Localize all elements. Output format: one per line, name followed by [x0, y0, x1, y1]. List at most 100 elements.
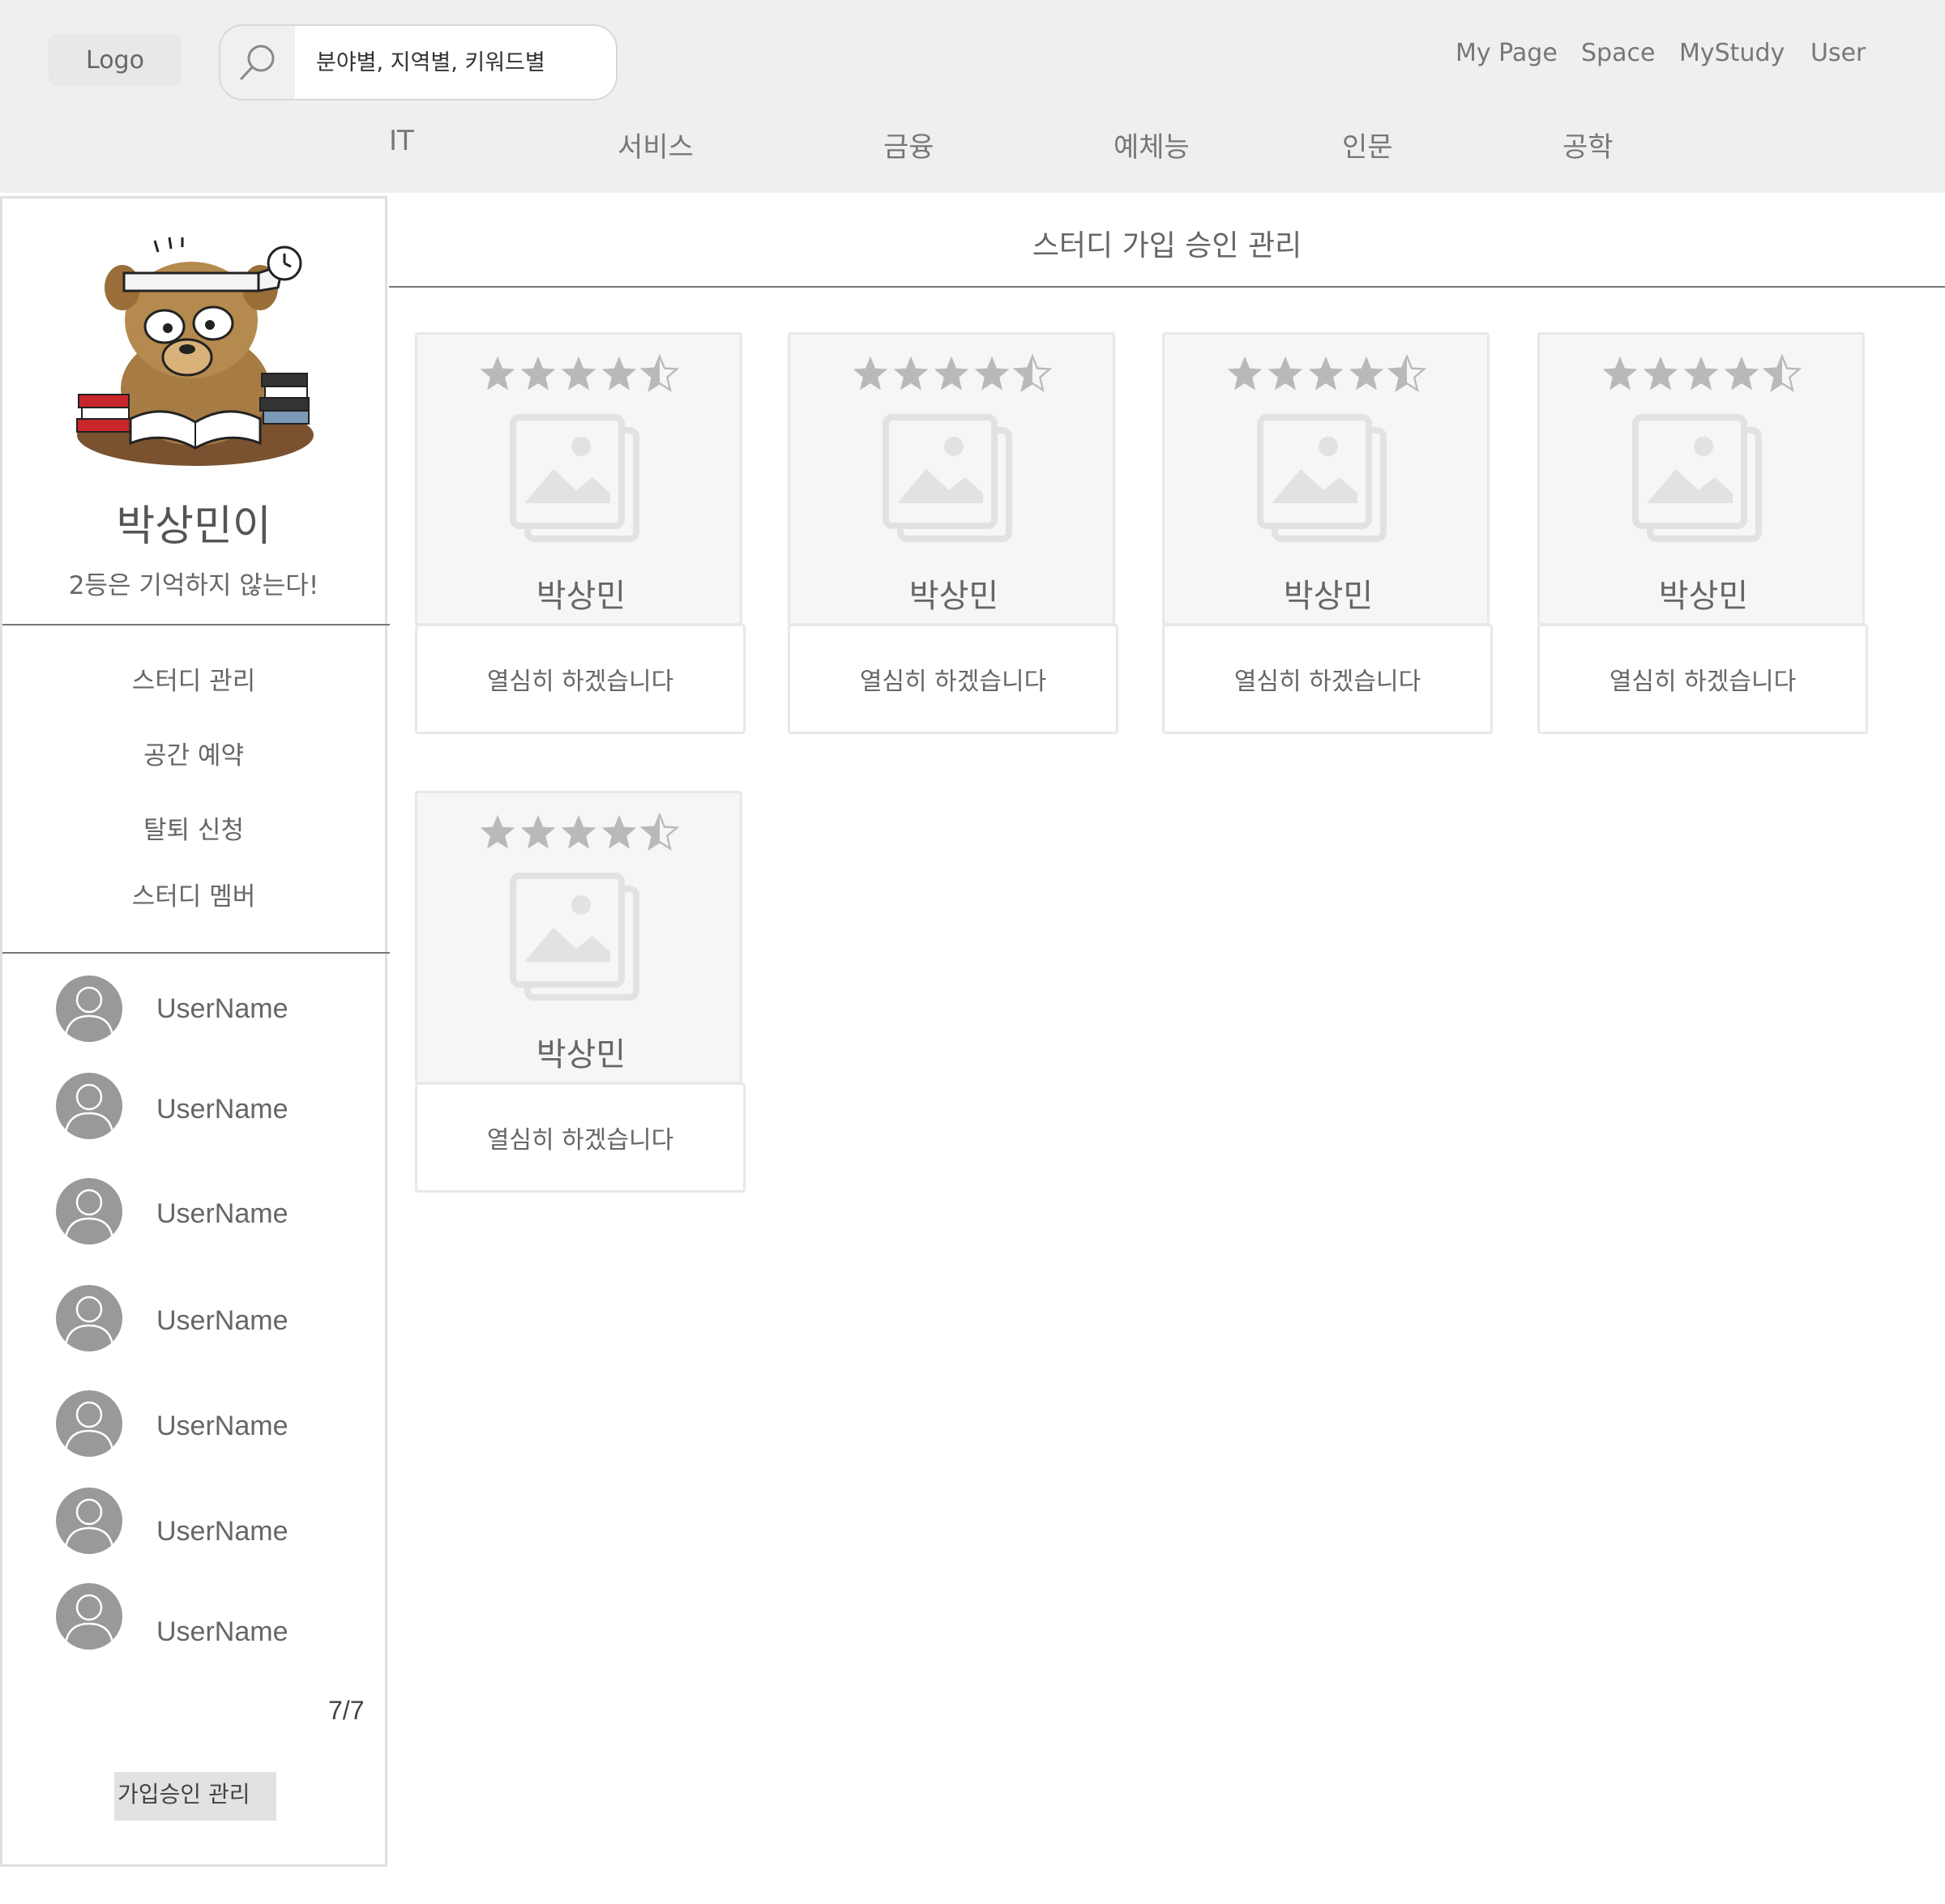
profile-motto: 2등은 기억하지 않는다!	[68, 571, 319, 600]
rating-star-icon	[1721, 352, 1762, 396]
rating-star-icon	[1225, 352, 1265, 396]
rating-star-icon	[518, 811, 558, 855]
card-header: 박상민	[415, 332, 742, 625]
join-approval-button[interactable]: 가입승인 관리	[114, 1772, 276, 1821]
rating-star-icon	[1762, 352, 1802, 396]
category-service[interactable]: 서비스	[618, 125, 694, 164]
applicant-card[interactable]: 박상민열심히 하겠습니다	[788, 332, 1118, 736]
card-header: 박상민	[1162, 332, 1490, 625]
rating-star-icon	[1265, 352, 1306, 396]
rating-star-icon	[477, 811, 518, 855]
rating-star-icon	[599, 811, 639, 855]
member-row[interactable]: UserName	[56, 1390, 288, 1458]
profile-avatar-illustration	[74, 223, 317, 470]
nav-user[interactable]: User	[1810, 39, 1866, 67]
member-row[interactable]: UserName	[56, 1487, 288, 1555]
rating-star-icon	[639, 352, 680, 396]
member-row[interactable]: UserName	[56, 1582, 288, 1650]
rating-star-icon	[558, 352, 599, 396]
rating-star-icon	[891, 352, 931, 396]
applicant-message: 열심히 하겠습니다	[415, 1082, 746, 1193]
nav-mystudy[interactable]: MyStudy	[1679, 39, 1785, 67]
logo[interactable]: Logo	[49, 34, 182, 86]
member-name: UserName	[156, 1616, 289, 1647]
member-name: UserName	[156, 1093, 289, 1125]
image-placeholder-icon	[508, 871, 641, 1004]
applicant-name: 박상민	[536, 1036, 626, 1074]
image-placeholder-icon	[508, 412, 641, 545]
rating-star-icon	[1600, 352, 1640, 396]
user-avatar-icon	[56, 1285, 122, 1351]
category-engineering[interactable]: 공학	[1562, 125, 1614, 164]
sidebar-item-withdraw[interactable]: 탈퇴 신청	[2, 809, 385, 846]
sidebar-divider	[2, 624, 390, 625]
rating-star-icon	[1012, 352, 1053, 396]
rating-star-icon	[1346, 352, 1387, 396]
member-name: UserName	[156, 993, 289, 1024]
applicant-card[interactable]: 박상민 열심히 하겠습니다	[415, 332, 746, 736]
search-icon[interactable]	[220, 26, 295, 99]
user-avatar-icon	[56, 1178, 122, 1244]
page-title: 스터디 가입 승인 관리	[1032, 229, 1302, 263]
rating-star-icon	[477, 352, 518, 396]
rating-star-icon	[639, 811, 680, 855]
sidebar: 박상민이 2등은 기억하지 않는다! 스터디 관리 공간 예약 탈퇴 신청 스터…	[0, 196, 390, 1867]
applicant-card[interactable]: 박상민 열심히 하겠습니다	[1537, 332, 1868, 736]
rating-star-icon	[1306, 352, 1346, 396]
image-placeholder-icon	[1631, 412, 1763, 545]
card-header: 박상민	[788, 332, 1115, 625]
rating-star-icon	[1640, 352, 1681, 396]
star-rating	[1600, 352, 1802, 396]
member-name: UserName	[156, 1197, 289, 1229]
sidebar-item-space-reserve[interactable]: 공간 예약	[2, 735, 385, 771]
search-box[interactable]	[219, 24, 618, 100]
card-header: 박상민	[1537, 332, 1865, 625]
rating-star-icon	[972, 352, 1012, 396]
profile-name: 박상민이	[116, 502, 271, 551]
nav-my-page[interactable]: My Page	[1456, 39, 1558, 67]
star-rating	[1225, 352, 1427, 396]
category-arts-sports[interactable]: 예체능	[1114, 125, 1190, 164]
user-avatar-icon	[56, 1488, 122, 1554]
member-row[interactable]: UserName	[56, 1284, 288, 1352]
rating-star-icon	[599, 352, 639, 396]
applicant-message: 열심히 하겠습니다	[415, 624, 746, 734]
member-row[interactable]: UserName	[56, 975, 288, 1043]
applicant-card[interactable]: 박상민 열심히 하겠습니다	[1162, 332, 1493, 736]
member-name: UserName	[156, 1515, 289, 1547]
member-row[interactable]: UserName	[56, 1177, 288, 1245]
sidebar-item-study-members[interactable]: 스터디 멤버	[2, 876, 385, 912]
rating-star-icon	[850, 352, 891, 396]
applicant-name: 박상민	[1658, 578, 1749, 615]
header-bar: Logo My Page Space MyStudy User IT 서비스 금…	[0, 0, 1945, 193]
rating-star-icon	[558, 811, 599, 855]
star-rating	[477, 352, 680, 396]
category-humanities[interactable]: 인문	[1342, 125, 1393, 164]
user-avatar-icon	[56, 1390, 122, 1457]
member-name: UserName	[156, 1410, 289, 1441]
user-avatar-icon	[56, 975, 122, 1042]
card-header: 박상민	[415, 791, 742, 1084]
member-page-count: 7/7	[328, 1696, 365, 1725]
sidebar-item-study-manage[interactable]: 스터디 관리	[2, 660, 385, 697]
image-placeholder-icon	[1255, 412, 1388, 545]
category-finance[interactable]: 금융	[883, 125, 934, 164]
star-rating	[477, 811, 680, 855]
member-row[interactable]: UserName	[56, 1072, 288, 1140]
image-placeholder-icon	[881, 412, 1014, 545]
user-avatar-icon	[56, 1073, 122, 1139]
rating-star-icon	[518, 352, 558, 396]
applicant-name: 박상민	[908, 578, 999, 615]
star-rating	[850, 352, 1053, 396]
rating-star-icon	[931, 352, 972, 396]
category-it[interactable]: IT	[389, 125, 414, 157]
rating-star-icon	[1681, 352, 1721, 396]
member-name: UserName	[156, 1304, 289, 1336]
applicant-card[interactable]: 박상민열심히 하겠습니다	[415, 791, 746, 1194]
sidebar-divider	[2, 952, 390, 954]
nav-space[interactable]: Space	[1581, 39, 1655, 67]
search-input[interactable]	[295, 26, 616, 99]
title-divider	[389, 286, 1945, 288]
rating-star-icon	[1387, 352, 1427, 396]
applicant-message: 열심히 하겠습니다	[788, 624, 1118, 734]
